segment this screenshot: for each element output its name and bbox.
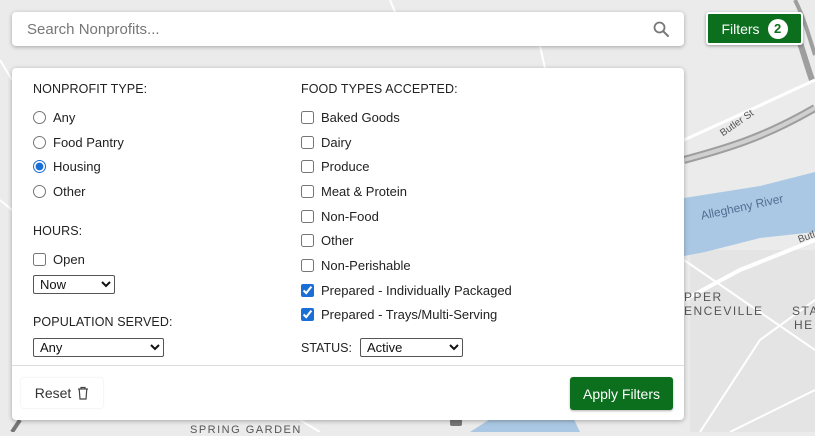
nonprofit-type-label-other: Other: [53, 183, 86, 199]
trash-icon: [78, 386, 89, 400]
food-type-checkbox-dairy[interactable]: [301, 135, 314, 149]
food-type-label-produce: Produce: [321, 159, 370, 175]
food-type-label-prepared-trays: Prepared - Trays/Multi-Serving: [321, 307, 498, 323]
food-types-heading: FOOD TYPES ACCEPTED:: [301, 82, 458, 96]
nonprofit-type-radio-food-pantry[interactable]: [33, 135, 46, 149]
apply-filters-button[interactable]: Apply Filters: [570, 377, 673, 410]
population-served-select[interactable]: Any: [33, 338, 164, 358]
map-label-garden: SPRING GARDEN: [190, 424, 302, 436]
apply-filters-label: Apply Filters: [582, 385, 661, 402]
panel-divider: [12, 365, 684, 366]
food-type-option-prepared-individually-packaged[interactable]: Prepared - Individually Packaged: [301, 278, 671, 303]
hours-open-label: Open: [53, 251, 85, 267]
filter-panel: NONPROFIT TYPE: Any Food Pantry Housing …: [12, 68, 684, 420]
hours-open-checkbox[interactable]: [33, 252, 46, 266]
nonprofit-type-option-any[interactable]: Any: [33, 105, 273, 130]
filters-button-label: Filters: [721, 20, 760, 37]
nonprofit-type-heading: NONPROFIT TYPE:: [33, 82, 148, 96]
food-type-checkbox-produce[interactable]: [301, 160, 314, 174]
reset-button-label: Reset: [34, 385, 72, 401]
food-type-label-other: Other: [321, 233, 354, 249]
hours-heading: HOURS:: [33, 223, 83, 238]
status-row: STATUS: Active: [301, 338, 671, 358]
food-type-option-prepared-trays[interactable]: Prepared - Trays/Multi-Serving: [301, 303, 671, 328]
food-type-checkbox-other[interactable]: [301, 234, 314, 248]
food-type-checkbox-prepared-trays[interactable]: [301, 308, 314, 322]
food-type-label-dairy: Dairy: [321, 134, 352, 150]
food-type-checkbox-baked-goods[interactable]: [301, 110, 314, 124]
map-label-lawrenceville: ENCEVILLE: [684, 304, 764, 318]
nonprofit-type-option-other[interactable]: Other: [33, 179, 273, 204]
status-label: STATUS:: [301, 340, 352, 355]
filters-count-badge: 2: [767, 18, 788, 39]
food-type-checkbox-non-food[interactable]: [301, 209, 314, 223]
nonprofit-type-label-food-pantry: Food Pantry: [53, 134, 124, 150]
search-bar: [12, 12, 684, 46]
food-type-label-non-food: Non-Food: [321, 208, 379, 224]
filters-button[interactable]: Filters 2: [706, 12, 803, 45]
search-input[interactable]: [12, 12, 642, 46]
food-type-option-dairy[interactable]: Dairy: [301, 130, 671, 155]
food-type-label-non-perishable: Non-Perishable: [321, 257, 411, 273]
reset-button[interactable]: Reset: [21, 378, 103, 408]
food-type-option-non-food[interactable]: Non-Food: [301, 204, 671, 229]
food-type-option-other[interactable]: Other: [301, 228, 671, 253]
nonprofit-type-radio-housing[interactable]: [33, 160, 46, 174]
search-icon[interactable]: [652, 20, 670, 38]
map-label-upper: PPER: [684, 290, 723, 304]
nonprofit-type-label-any: Any: [53, 109, 76, 125]
filter-column-right: FOOD TYPES ACCEPTED: Baked Goods Dairy P…: [301, 82, 671, 358]
nonprofit-type-option-food-pantry[interactable]: Food Pantry: [33, 130, 273, 155]
map-label-hei: HE: [794, 318, 814, 332]
food-type-label-prepared-individually-packaged: Prepared - Individually Packaged: [321, 282, 512, 298]
food-type-option-meat-protein[interactable]: Meat & Protein: [301, 179, 671, 204]
food-type-checkbox-non-perishable[interactable]: [301, 258, 314, 272]
nonprofit-type-radio-any[interactable]: [33, 110, 46, 124]
nonprofit-type-option-housing[interactable]: Housing: [33, 154, 273, 179]
population-served-heading: POPULATION SERVED:: [33, 315, 173, 330]
hours-open-option[interactable]: Open: [33, 247, 273, 272]
nonprofit-type-label-housing: Housing: [53, 159, 101, 175]
nonprofit-type-radio-other[interactable]: [33, 184, 46, 198]
map-label-stan: STA: [792, 304, 815, 318]
food-type-label-meat-protein: Meat & Protein: [321, 183, 407, 199]
hours-select[interactable]: Now: [33, 275, 115, 295]
food-type-checkbox-prepared-individually-packaged[interactable]: [301, 283, 314, 297]
status-select[interactable]: Active: [359, 338, 463, 358]
food-type-label-baked-goods: Baked Goods: [321, 109, 400, 125]
food-type-option-produce[interactable]: Produce: [301, 154, 671, 179]
filter-column-left: NONPROFIT TYPE: Any Food Pantry Housing …: [33, 82, 273, 358]
food-type-option-non-perishable[interactable]: Non-Perishable: [301, 253, 671, 278]
food-type-option-baked-goods[interactable]: Baked Goods: [301, 105, 671, 130]
food-type-checkbox-meat-protein[interactable]: [301, 184, 314, 198]
